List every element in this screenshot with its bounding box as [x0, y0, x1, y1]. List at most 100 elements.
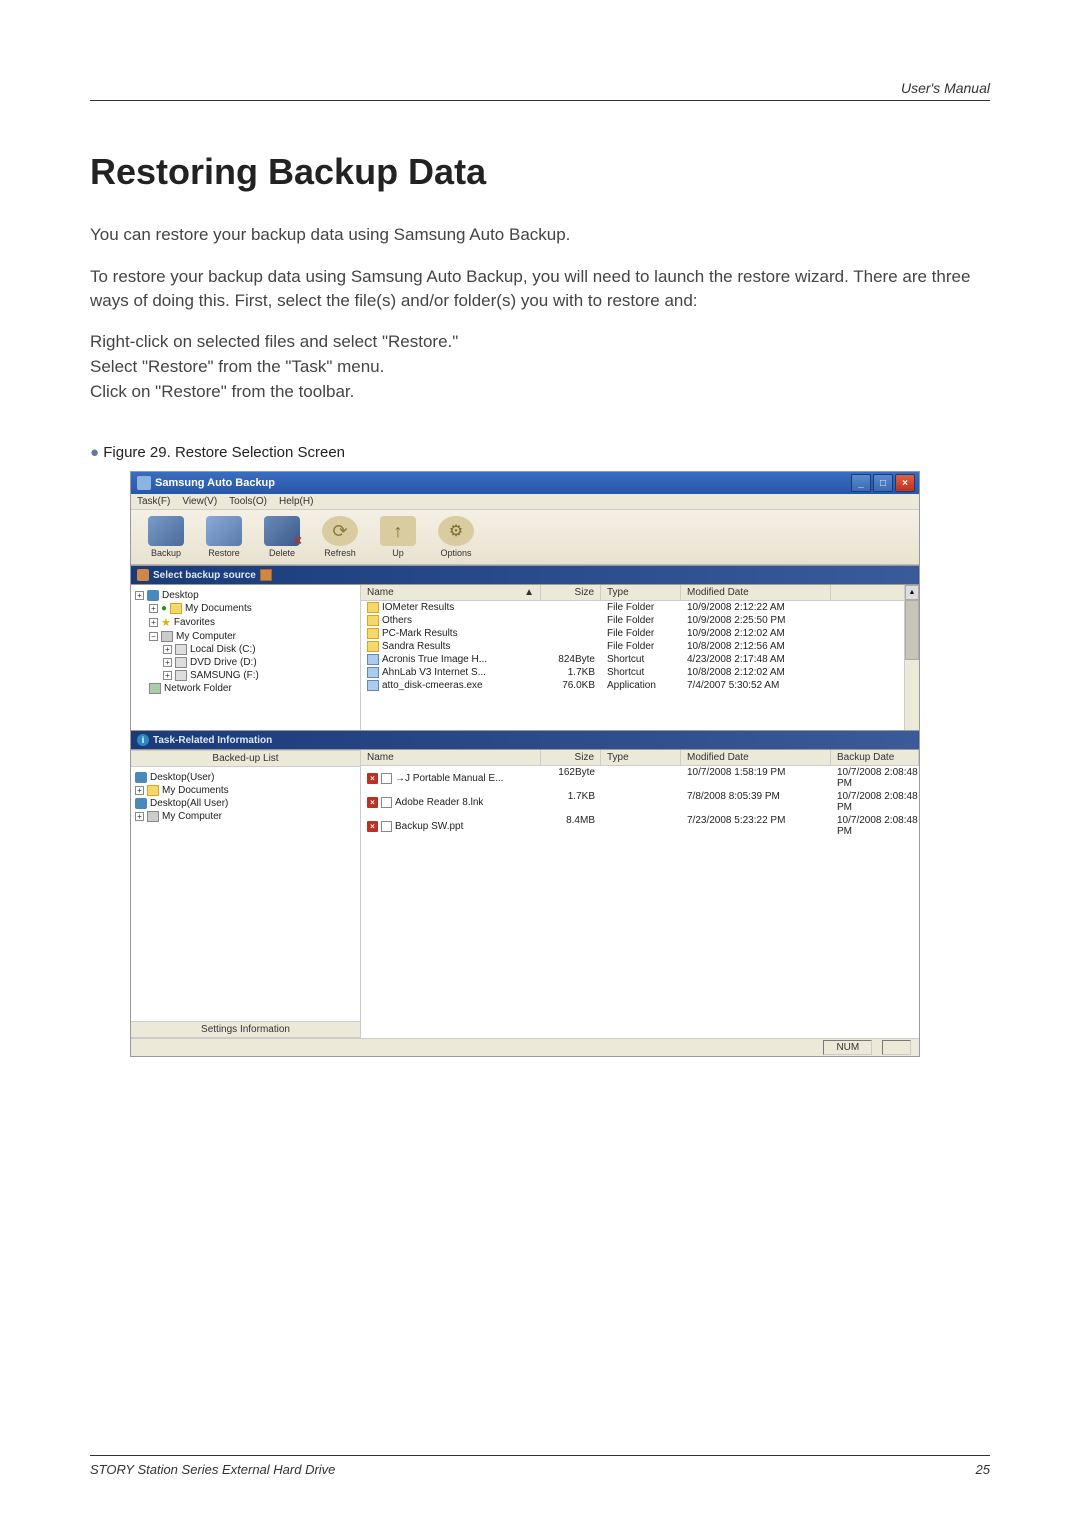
up-button[interactable]: Up — [373, 516, 423, 558]
desktop-icon — [135, 798, 147, 809]
menubar: Task(F) View(V) Tools(O) Help(H) — [131, 494, 919, 510]
refresh-button[interactable]: Refresh — [315, 516, 365, 558]
desktop-icon — [147, 590, 159, 601]
settings-info-tab[interactable]: Settings Information — [131, 1021, 360, 1038]
backed-list[interactable]: Name Size Type Modified Date Backup Date… — [361, 750, 919, 1038]
tree-mycomputer[interactable]: My Computer — [176, 631, 236, 642]
titlebar-text: Samsung Auto Backup — [155, 477, 275, 489]
file-icon — [381, 773, 392, 784]
star-icon: ★ — [161, 616, 171, 629]
file-icon — [381, 797, 392, 808]
titlebar[interactable]: Samsung Auto Backup _ □ × — [131, 472, 919, 494]
list-item[interactable]: atto_disk-cmeeras.exe76.0KBApplication7/… — [361, 679, 919, 692]
backed-tree[interactable]: Desktop(User) + My Documents Desktop(All … — [131, 767, 360, 1021]
toolbar: Backup Restore Delete Refresh Up Options — [131, 510, 919, 565]
scroll-thumb[interactable] — [905, 600, 919, 660]
tree-desktop[interactable]: Desktop — [162, 590, 199, 601]
tree-samsung[interactable]: SAMSUNG (F:) — [190, 670, 259, 681]
desktop-icon — [135, 772, 147, 783]
item-icon — [367, 602, 379, 613]
item-icon — [367, 641, 379, 652]
item-icon — [367, 615, 379, 626]
list-item[interactable]: ×→J Portable Manual E...162Byte10/7/2008… — [361, 766, 919, 790]
scrollbar[interactable]: ▲ — [904, 585, 919, 730]
backup-button[interactable]: Backup — [141, 516, 191, 558]
footer: STORY Station Series External Hard Drive… — [90, 1455, 990, 1477]
tree-favorites[interactable]: Favorites — [174, 617, 215, 628]
expand-icon[interactable]: + — [163, 671, 172, 680]
tree-localdisk[interactable]: Local Disk (C:) — [190, 644, 256, 655]
list-item[interactable]: IOMeter ResultsFile Folder10/9/2008 2:12… — [361, 601, 919, 614]
list-item[interactable]: PC-Mark ResultsFile Folder10/9/2008 2:12… — [361, 627, 919, 640]
tree-dvd[interactable]: DVD Drive (D:) — [190, 657, 257, 668]
expand-icon[interactable]: + — [163, 645, 172, 654]
col-mdate[interactable]: Modified Date — [681, 585, 831, 600]
restore-button[interactable]: Restore — [199, 516, 249, 558]
info-icon: i — [137, 734, 149, 746]
list-item[interactable]: Sandra ResultsFile Folder10/8/2008 2:12:… — [361, 640, 919, 653]
options-icon — [438, 516, 474, 546]
close-button[interactable]: × — [895, 474, 915, 492]
col-type[interactable]: Type — [601, 750, 681, 765]
drive-icon — [175, 644, 187, 655]
backup-icon — [148, 516, 184, 546]
page-title: Restoring Backup Data — [90, 151, 990, 193]
footer-left: STORY Station Series External Hard Drive — [90, 1462, 335, 1477]
col-name[interactable]: Name▲ — [361, 585, 541, 600]
list-item[interactable]: Acronis True Image H...824ByteShortcut4/… — [361, 653, 919, 666]
col-bdate[interactable]: Backup Date — [831, 750, 919, 765]
backed-desktop-user[interactable]: Desktop(User) — [150, 772, 214, 783]
tree-mydocs[interactable]: My Documents — [185, 603, 252, 614]
dvd-icon — [175, 657, 187, 668]
menu-help[interactable]: Help(H) — [279, 496, 313, 507]
menu-view[interactable]: View(V) — [182, 496, 217, 507]
list-item[interactable]: AhnLab V3 Internet S...1.7KBShortcut10/8… — [361, 666, 919, 679]
menu-task[interactable]: Task(F) — [137, 496, 170, 507]
method-1: Right-click on selected files and select… — [90, 330, 990, 355]
backed-up-tab[interactable]: Backed-up List — [131, 750, 360, 767]
expand-icon[interactable]: + — [149, 604, 158, 613]
col-name[interactable]: Name — [361, 750, 541, 765]
section-label: Select backup source — [153, 570, 256, 581]
network-icon — [149, 683, 161, 694]
para-2: To restore your backup data using Samsun… — [90, 265, 990, 313]
source-tree[interactable]: +Desktop +●My Documents +★Favorites −My … — [131, 585, 361, 730]
status-num: NUM — [823, 1040, 872, 1055]
col-type[interactable]: Type — [601, 585, 681, 600]
menu-tools[interactable]: Tools(O) — [229, 496, 267, 507]
list-item[interactable]: OthersFile Folder10/9/2008 2:25:50 PM — [361, 614, 919, 627]
backed-mydocs[interactable]: My Documents — [162, 785, 229, 796]
tree-network[interactable]: Network Folder — [164, 683, 232, 694]
computer-icon — [147, 811, 159, 822]
delete-icon — [264, 516, 300, 546]
expand-icon[interactable]: + — [149, 618, 158, 627]
source-list[interactable]: Name▲ Size Type Modified Date IOMeter Re… — [361, 585, 919, 730]
x-icon: × — [367, 773, 378, 784]
list-item[interactable]: ×Adobe Reader 8.lnk1.7KB7/8/2008 8:05:39… — [361, 790, 919, 814]
maximize-button[interactable]: □ — [873, 474, 893, 492]
status-spacer — [882, 1040, 911, 1055]
x-icon: × — [367, 797, 378, 808]
para-1: You can restore your backup data using S… — [90, 223, 990, 247]
col-size[interactable]: Size — [541, 750, 601, 765]
expand-icon[interactable]: − — [149, 632, 158, 641]
restore-icon — [206, 516, 242, 546]
folder-indicator-icon — [260, 569, 272, 581]
computer-icon — [161, 631, 173, 642]
expand-icon[interactable]: + — [135, 786, 144, 795]
expand-icon[interactable]: + — [135, 812, 144, 821]
scroll-up-icon[interactable]: ▲ — [905, 585, 919, 600]
backed-mycomputer[interactable]: My Computer — [162, 811, 222, 822]
drive-icon — [175, 670, 187, 681]
folder-icon — [147, 785, 159, 796]
expand-icon[interactable]: + — [135, 591, 144, 600]
col-size[interactable]: Size — [541, 585, 601, 600]
backed-desktop-all[interactable]: Desktop(All User) — [150, 798, 228, 809]
list-item[interactable]: ×Backup SW.ppt8.4MB7/23/2008 5:23:22 PM1… — [361, 814, 919, 838]
col-mdate[interactable]: Modified Date — [681, 750, 831, 765]
task-info-section: i Task-Related Information — [131, 730, 919, 750]
delete-button[interactable]: Delete — [257, 516, 307, 558]
expand-icon[interactable]: + — [163, 658, 172, 667]
options-button[interactable]: Options — [431, 516, 481, 558]
minimize-button[interactable]: _ — [851, 474, 871, 492]
